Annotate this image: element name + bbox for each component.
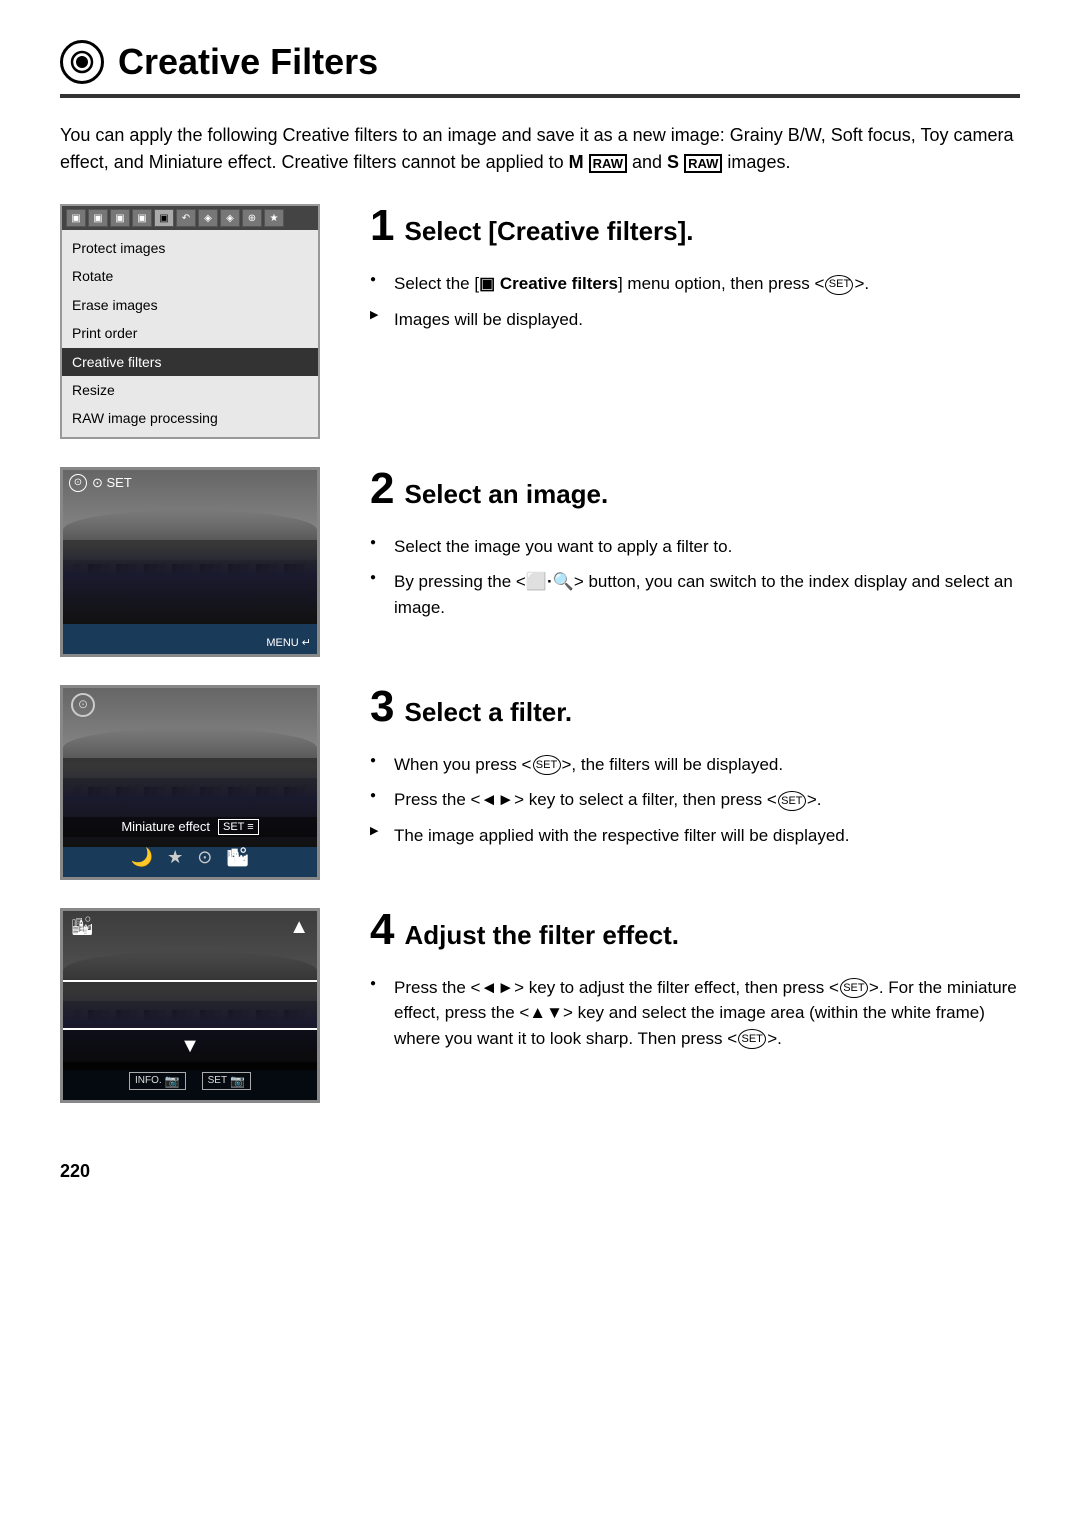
filter-label: Miniature effect SET ≡ — [63, 817, 317, 837]
creative-filters-icon — [60, 40, 104, 84]
adjust-bottom-bar: INFO.📷 SET📷 — [63, 1062, 317, 1100]
step-3-row: ⊙ Miniature effect SET ≡ 🌙 ★ ⊙ 🏙 3 Selec… — [60, 685, 1020, 880]
filter-icons-row: 🌙 ★ ⊙ 🏙 — [63, 843, 317, 872]
step-3-bullet-2: Press the <◄►> key to select a filter, t… — [370, 787, 1020, 813]
menu-screenshot: ▣ ▣ ▣ ▣ ▣ ↶ ◈ ◈ ⊕ ★ Protect images Rotat… — [60, 204, 320, 439]
step-3-bullets: When you press <SET>, the filters will b… — [370, 752, 1020, 849]
up-arrow-icon: ▲ — [289, 916, 309, 939]
step-3-content: 3 Select a filter. When you press <SET>,… — [370, 685, 1020, 859]
adjust-top-icon: 🏙 — [71, 916, 94, 937]
filter-icon-grain: 🌙 — [131, 847, 153, 868]
step-1-header-row: 1 Select [Creative filters]. — [370, 204, 1020, 261]
step-2-number: 2 — [370, 467, 394, 511]
step-3-header-row: 3 Select a filter. — [370, 685, 1020, 742]
menu-item-erase: Erase images — [62, 291, 318, 319]
content-area: ▣ ▣ ▣ ▣ ▣ ↶ ◈ ◈ ⊕ ★ Protect images Rotat… — [60, 204, 1020, 1131]
step-2-header-row: 2 Select an image. — [370, 467, 1020, 524]
down-arrow-icon: ▼ — [180, 1035, 200, 1058]
step-2-bullet-1: Select the image you want to apply a fil… — [370, 534, 1020, 560]
menu-icon-8: ◈ — [220, 209, 240, 227]
info-badge: INFO.📷 — [129, 1072, 186, 1090]
city-silhouette — [63, 544, 317, 624]
filter-screenshot: ⊙ Miniature effect SET ≡ 🌙 ★ ⊙ 🏙 — [60, 685, 320, 880]
step-1-image: ▣ ▣ ▣ ▣ ▣ ↶ ◈ ◈ ⊕ ★ Protect images Rotat… — [60, 204, 340, 439]
step-2-title: Select an image. — [404, 479, 608, 510]
step-4-image: 🏙 ▲ ▼ INFO.📷 SET📷 — [60, 908, 340, 1103]
menu-icon-2: ▣ — [88, 209, 108, 227]
adjust-screenshot: 🏙 ▲ ▼ INFO.📷 SET📷 — [60, 908, 320, 1103]
step-3-image: ⊙ Miniature effect SET ≡ 🌙 ★ ⊙ 🏙 — [60, 685, 340, 880]
menu-icon-6: ↶ — [176, 209, 196, 227]
lcd-top-label: ⊙ ⊙ SET — [69, 474, 132, 492]
menu-item-resize: Resize — [62, 376, 318, 404]
step-4-header-row: 4 Adjust the filter effect. — [370, 908, 1020, 965]
step-2-content: 2 Select an image. Select the image you … — [370, 467, 1020, 631]
page-number: 220 — [60, 1161, 1020, 1182]
menu-icon-7: ◈ — [198, 209, 218, 227]
step-2-image: ⊙ ⊙ SET MENU ↵ — [60, 467, 340, 657]
page-title: Creative Filters — [118, 41, 378, 83]
step-1-bullets: Select the [▣ Creative filters] menu opt… — [370, 271, 1020, 332]
step-1-number: 1 — [370, 204, 394, 248]
intro-text: You can apply the following Creative fil… — [60, 122, 1020, 176]
menu-item-protect: Protect images — [62, 234, 318, 262]
step-4-content: 4 Adjust the filter effect. Press the <◄… — [370, 908, 1020, 1062]
step-2-row: ⊙ ⊙ SET MENU ↵ 2 Select an image. Select… — [60, 467, 1020, 657]
step-4-row: 🏙 ▲ ▼ INFO.📷 SET📷 4 Adjust the filter ef… — [60, 908, 1020, 1103]
step-4-title: Adjust the filter effect. — [404, 920, 678, 951]
step-1-title: Select [Creative filters]. — [404, 216, 693, 247]
adjust-top-dark — [63, 911, 317, 981]
menu-icon-4: ▣ — [132, 209, 152, 227]
step-2-bullets: Select the image you want to apply a fil… — [370, 534, 1020, 621]
step-4-number: 4 — [370, 908, 394, 952]
step-4-bullets: Press the <◄►> key to adjust the filter … — [370, 975, 1020, 1052]
page-header: Creative Filters — [60, 40, 1020, 98]
menu-item-creative: Creative filters — [62, 348, 318, 376]
filter-icon-toy: ⊙ — [197, 847, 212, 868]
menu-icons-row: ▣ ▣ ▣ ▣ ▣ ↶ ◈ ◈ ⊕ ★ — [62, 206, 318, 230]
step-3-title: Select a filter. — [404, 697, 572, 728]
step-3-number: 3 — [370, 685, 394, 729]
adjust-focus-band — [63, 980, 317, 1030]
step-3-bullet-1: When you press <SET>, the filters will b… — [370, 752, 1020, 778]
step-1-bullet-2: Images will be displayed. — [370, 307, 1020, 333]
menu-item-rotate: Rotate — [62, 262, 318, 290]
filter-icon-soft: ★ — [167, 847, 183, 868]
filter-icon-top: ⊙ — [71, 693, 95, 717]
step-2-bullet-2: By pressing the <⬜·🔍> button, you can sw… — [370, 569, 1020, 620]
set-bottom-badge: SET📷 — [202, 1072, 251, 1090]
filter-icon-miniature: 🏙 — [226, 847, 249, 868]
menu-icon-1: ▣ — [66, 209, 86, 227]
menu-icon-5-active: ▣ — [154, 209, 174, 227]
menu-items-list: Protect images Rotate Erase images Print… — [62, 230, 318, 437]
step-1-content: 1 Select [Creative filters]. Select the … — [370, 204, 1020, 342]
lcd-bottom-label: MENU ↵ — [266, 636, 311, 649]
step-3-bullet-3: The image applied with the respective fi… — [370, 823, 1020, 849]
menu-icon-10: ★ — [264, 209, 284, 227]
set-badge: SET ≡ — [218, 819, 259, 835]
step-1-bullet-1: Select the [▣ Creative filters] menu opt… — [370, 271, 1020, 297]
step-1-row: ▣ ▣ ▣ ▣ ▣ ↶ ◈ ◈ ⊕ ★ Protect images Rotat… — [60, 204, 1020, 439]
menu-icon-9: ⊕ — [242, 209, 262, 227]
menu-item-raw: RAW image processing — [62, 404, 318, 432]
menu-item-print: Print order — [62, 319, 318, 347]
menu-icon-3: ▣ — [110, 209, 130, 227]
step-4-bullet-1: Press the <◄►> key to adjust the filter … — [370, 975, 1020, 1052]
lcd-screenshot-step2: ⊙ ⊙ SET MENU ↵ — [60, 467, 320, 657]
city-background — [63, 470, 317, 654]
